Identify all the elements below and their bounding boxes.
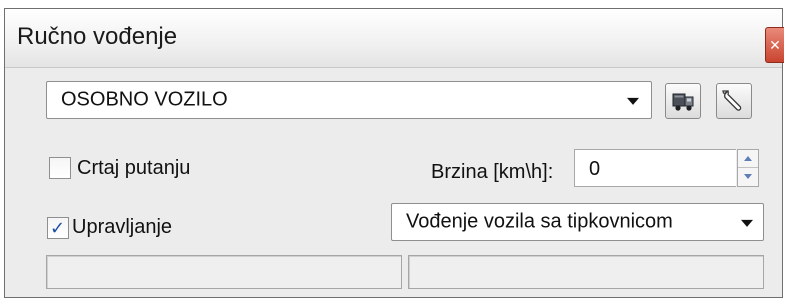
speed-label: Brzina [km\h]: [431,161,554,183]
vehicle-type-select[interactable]: OSOBNO VOZILO [46,81,652,119]
settings-button[interactable] [716,83,752,119]
chevron-down-icon [627,97,639,105]
draw-path-label[interactable]: Crtaj putanju [77,157,190,180]
close-button[interactable]: ✕ [765,27,784,63]
close-icon: ✕ [769,37,781,53]
speed-spinner[interactable] [737,149,759,187]
wrench-icon [722,89,742,111]
status-panel-right [408,255,764,289]
vehicle-properties-button[interactable] [665,83,701,119]
speed-value: 0 [589,158,601,180]
checkmark-icon: ✓ [50,218,66,238]
client-area: OSOBNO VOZILO Crtaj putanju Brzina [km\h… [13,67,778,293]
control-label[interactable]: Upravljanje [72,216,172,239]
draw-path-checkbox[interactable] [49,157,71,179]
arrow-down-icon [744,174,752,179]
title-bar[interactable]: Ručno vođenje ✕ [5,9,784,68]
vehicle-type-value: OSOBNO VOZILO [61,88,228,111]
status-panel-left [46,255,402,289]
arrow-up-icon [744,156,752,161]
manual-control-window: Ručno vođenje ✕ OSOBNO VOZILO Crtaj puta… [4,8,784,298]
truck-icon [672,93,694,111]
speed-decrement-button[interactable] [738,168,758,186]
control-checkbox[interactable]: ✓ [47,217,69,239]
chevron-down-icon [741,219,753,227]
speed-input[interactable]: 0 [574,149,736,187]
speed-increment-button[interactable] [738,150,758,168]
control-mode-select[interactable]: Vođenje vozila sa tipkovnicom [391,203,764,241]
window-title: Ručno vođenje [17,23,178,50]
control-mode-value: Vođenje vozila sa tipkovnicom [406,210,673,233]
